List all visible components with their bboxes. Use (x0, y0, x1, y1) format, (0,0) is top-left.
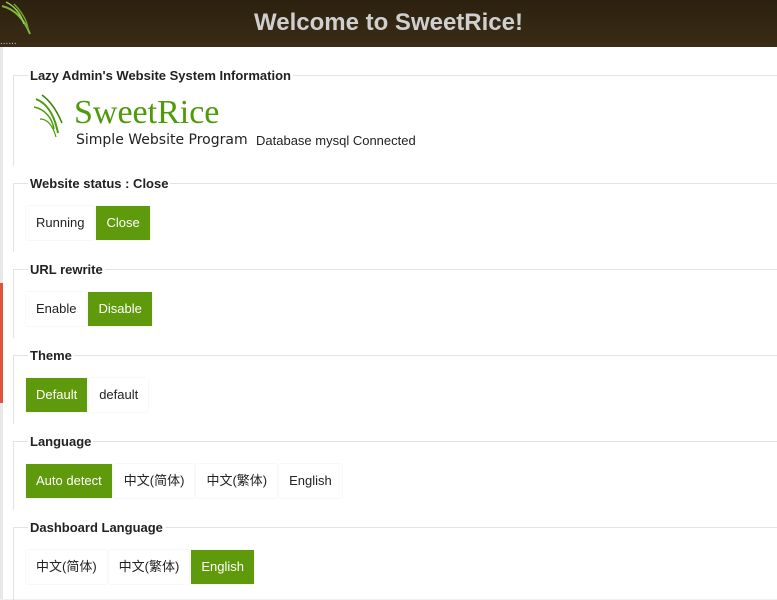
dashboard-language-options: 中文(简体) 中文(繁体) English (26, 550, 254, 584)
section-theme: Theme Default default (13, 348, 777, 424)
status-running-button[interactable]: Running (26, 206, 95, 240)
website-status-options: Running Close (26, 206, 150, 240)
language-zh-simplified-button[interactable]: 中文(简体) (113, 464, 195, 498)
url-rewrite-enable-button[interactable]: Enable (26, 292, 87, 326)
language-auto-detect-button[interactable]: Auto detect (26, 464, 112, 498)
section-legend: Lazy Admin's Website System Information (28, 68, 293, 83)
section-legend: Dashboard Language (28, 520, 165, 535)
section-website-status: Website status : Close Running Close (13, 176, 777, 252)
theme-default-lower-button[interactable]: default (89, 378, 149, 412)
theme-options: Default default (26, 378, 149, 412)
logo-tagline-text: Simple Website Program (76, 132, 248, 148)
database-status: Database mysql Connected (256, 133, 416, 148)
section-legend: URL rewrite (28, 262, 105, 277)
logo-name-text: SweetRice (74, 94, 219, 131)
url-rewrite-disable-button[interactable]: Disable (88, 292, 152, 326)
dashboard-language-english-button[interactable]: English (191, 550, 254, 584)
status-close-button[interactable]: Close (96, 206, 150, 240)
language-options: Auto detect 中文(简体) 中文(繁体) English (26, 464, 342, 498)
header-bar: ...... Welcome to SweetRice! (0, 0, 777, 47)
section-legend: Website status : Close (28, 176, 171, 191)
section-dashboard-language: Dashboard Language 中文(简体) 中文(繁体) English (13, 520, 777, 600)
language-english-button[interactable]: English (279, 464, 342, 498)
language-zh-traditional-button[interactable]: 中文(繁体) (196, 464, 278, 498)
url-rewrite-options: Enable Disable (26, 292, 152, 326)
corner-dots: ...... (0, 36, 17, 47)
section-language: Language Auto detect 中文(简体) 中文(繁体) Engli… (13, 434, 777, 510)
section-legend: Theme (28, 348, 74, 363)
theme-default-button[interactable]: Default (26, 378, 88, 412)
dashboard-language-zh-simplified-button[interactable]: 中文(简体) (26, 550, 107, 584)
section-system-info: Lazy Admin's Website System Information … (13, 68, 777, 166)
main-content: Lazy Admin's Website System Information … (3, 47, 777, 600)
page-title: Welcome to SweetRice! (254, 9, 523, 36)
section-url-rewrite: URL rewrite Enable Disable (13, 262, 777, 338)
section-legend: Language (28, 434, 94, 449)
dashboard-language-zh-traditional-button[interactable]: 中文(繁体) (108, 550, 190, 584)
sweetrice-logo: SweetRice Simple Website Program (33, 94, 248, 148)
